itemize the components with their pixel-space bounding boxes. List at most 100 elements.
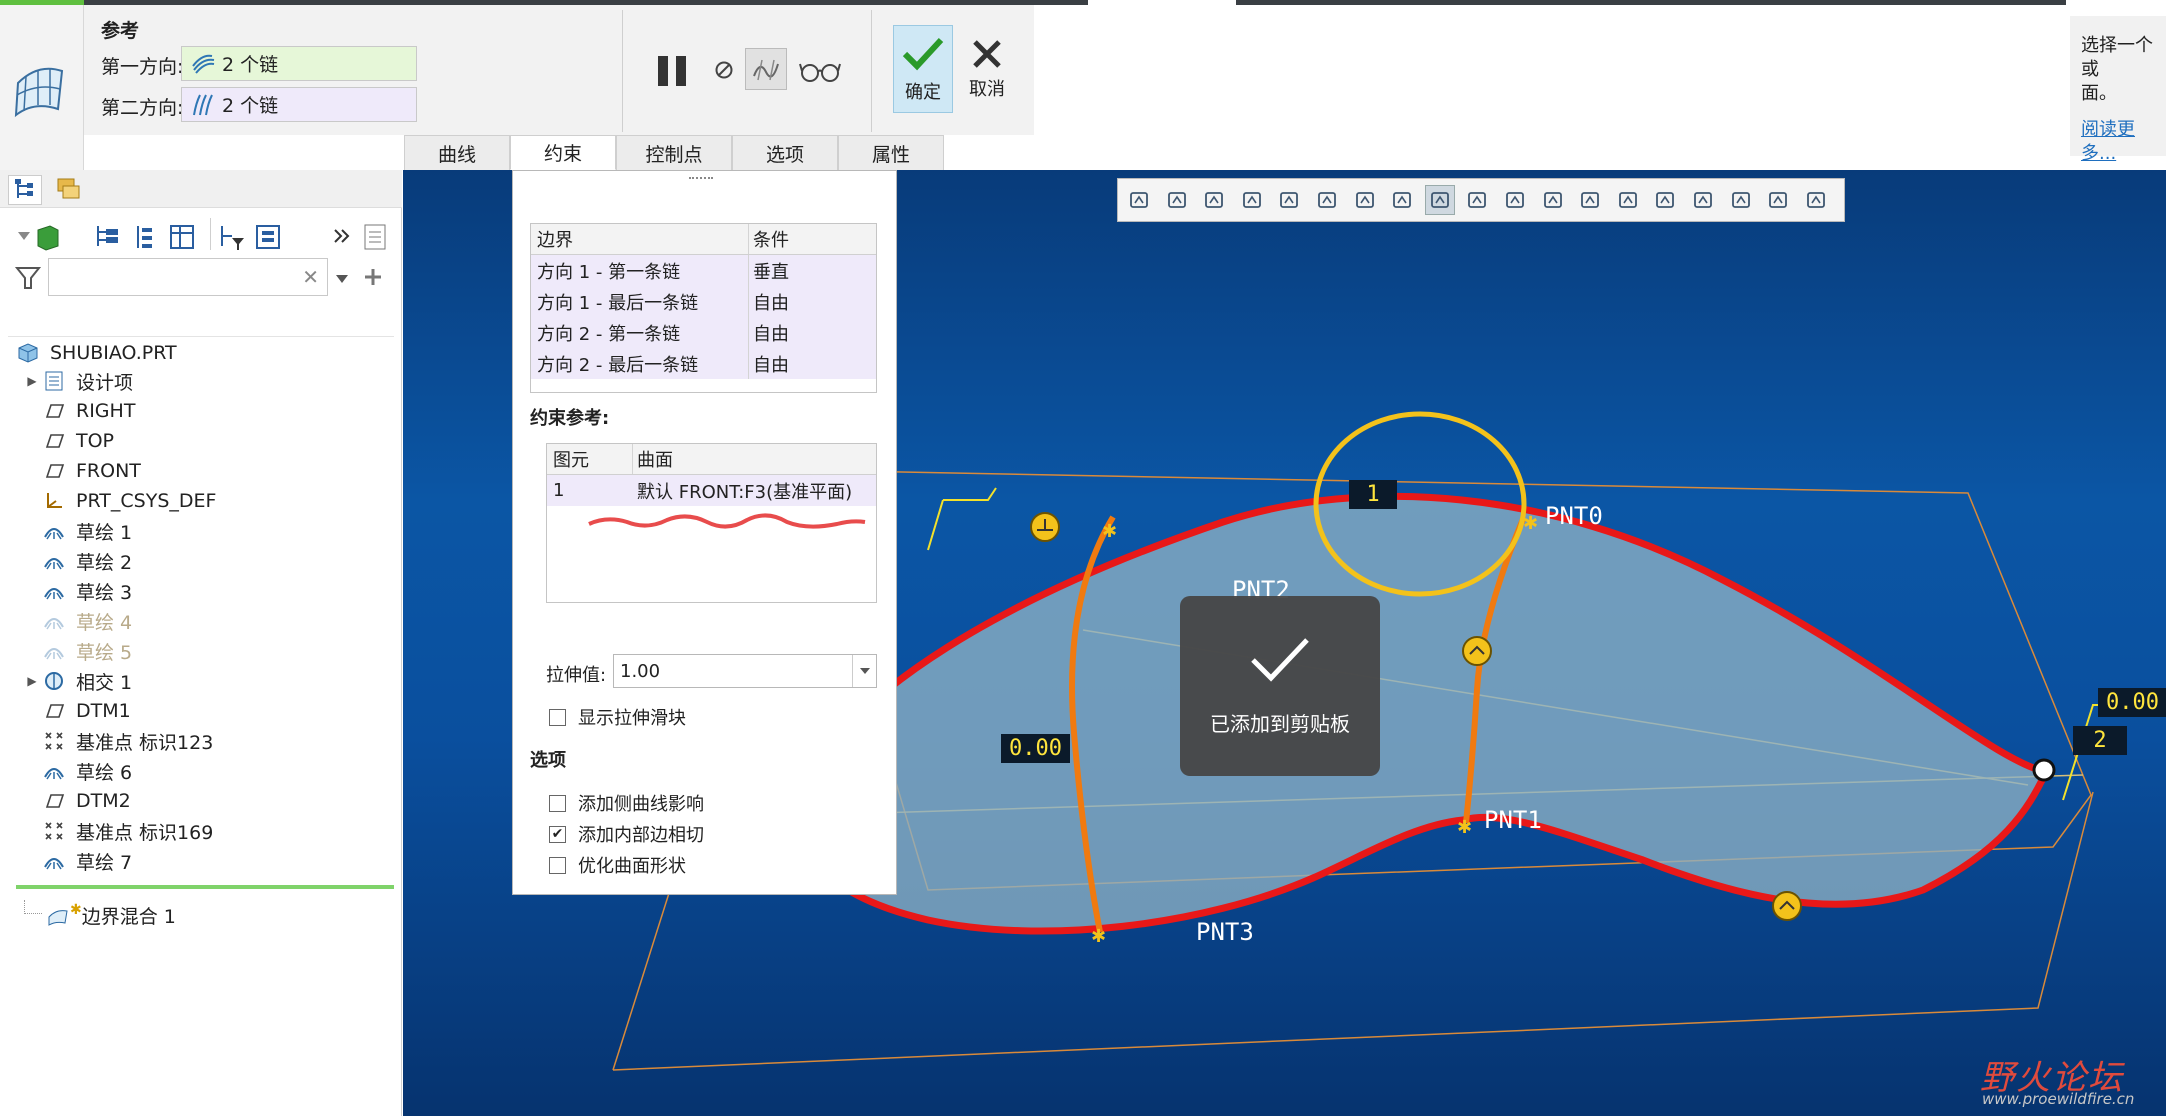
cancel-button[interactable]: 取消 <box>957 25 1017 113</box>
tree-item[interactable]: 基准点 标识123 <box>0 726 400 756</box>
shading-icon[interactable] <box>1350 185 1380 215</box>
table-row[interactable]: 方向 2 - 第一条链 自由 <box>531 317 876 348</box>
constraint-tag-2[interactable]: 2 <box>2073 726 2127 755</box>
panel-drag-handle[interactable] <box>689 177 713 180</box>
more-chevron-icon[interactable] <box>332 226 352 246</box>
annotation-display-icon[interactable] <box>1650 185 1680 215</box>
tree-filter-icon[interactable] <box>218 222 248 252</box>
tree-search-input[interactable]: ✕ <box>48 258 328 296</box>
tree-columns-icon[interactable] <box>168 222 198 252</box>
table-row[interactable]: 方向 1 - 第一条链 垂直 <box>531 255 876 286</box>
second-direction-collector[interactable]: 2 个链 <box>181 87 417 122</box>
right-stretch-dimension[interactable]: 0.00 <box>2098 688 2166 717</box>
first-direction-value: 2 个链 <box>222 54 279 76</box>
tree-item[interactable]: 草绘 1 <box>0 516 400 546</box>
datum-points-icon[interactable] <box>1613 185 1643 215</box>
insert-indicator[interactable] <box>16 885 394 889</box>
dropdown-arrow-icon[interactable] <box>852 655 876 687</box>
details-icon[interactable] <box>362 222 388 252</box>
expand-arrow-icon[interactable]: ▶ <box>22 374 42 388</box>
free-condition-marker <box>1772 891 1802 921</box>
stretch-value-combo[interactable]: 1.00 <box>613 654 877 688</box>
condition-cell[interactable]: 自由 <box>749 286 853 317</box>
tab-control-points[interactable]: 控制点 <box>616 135 732 170</box>
refit-icon[interactable] <box>1312 185 1342 215</box>
tree-item[interactable]: 草绘 2 <box>0 546 400 576</box>
tree-item-label: FRONT <box>76 460 141 482</box>
show-slider-checkbox[interactable] <box>549 708 566 726</box>
csys-display-icon[interactable] <box>1688 185 1718 215</box>
zoom-window-icon[interactable] <box>1199 185 1229 215</box>
show-dropdown-icon[interactable] <box>16 222 62 252</box>
zoom-out-icon[interactable] <box>1274 185 1304 215</box>
tree-item[interactable]: 草绘 7 <box>0 846 400 876</box>
table-row[interactable]: 方向 1 - 最后一条链 自由 <box>531 286 876 317</box>
constraint-tag-1[interactable]: 1 <box>1349 480 1397 509</box>
add-filter-icon[interactable] <box>362 266 384 288</box>
tab-curves[interactable]: 曲线 <box>404 135 510 170</box>
condition-cell[interactable]: 自由 <box>749 348 853 379</box>
constraints-panel: 边界 条件 方向 1 - 第一条链 垂直 方向 1 - 最后一条链 自由 方向 2 - … <box>512 170 897 895</box>
tree-item[interactable]: 草绘 6 <box>0 756 400 786</box>
warning-icon[interactable] <box>1726 185 1756 215</box>
tree-root[interactable]: SHUBIAO.PRT <box>0 338 400 368</box>
expand-tree-icon[interactable] <box>92 222 122 252</box>
collapse-tree-icon[interactable] <box>132 222 158 252</box>
tree-item[interactable]: 基准点 标识169 <box>0 816 400 846</box>
tree-settings-icon[interactable] <box>254 222 284 252</box>
option-row[interactable]: ✔ 添加内部边相切 <box>549 821 704 847</box>
tree-item[interactable]: 草绘 3 <box>0 576 400 606</box>
tree-item-label: 相交 1 <box>76 671 133 694</box>
table-header: 图元 曲面 <box>547 444 876 475</box>
datum-display-icon[interactable] <box>1462 185 1492 215</box>
preview-geometry-button[interactable] <box>745 48 787 90</box>
pause-button[interactable] <box>652 50 694 92</box>
tree-item[interactable]: TOP <box>0 426 400 456</box>
saved-views-icon[interactable] <box>1387 185 1417 215</box>
tab-properties[interactable]: 属性 <box>838 135 944 170</box>
read-more-link[interactable]: 阅读更多... <box>2081 118 2166 166</box>
first-direction-collector[interactable]: 2 个链 <box>181 46 417 81</box>
table-row[interactable]: 方向 2 - 最后一条链 自由 <box>531 348 876 379</box>
clear-search-icon[interactable]: ✕ <box>302 265 319 289</box>
pause-icon[interactable] <box>1763 185 1793 215</box>
sketch-view-icon[interactable] <box>1575 185 1605 215</box>
view-visibility-icon[interactable] <box>1124 185 1154 215</box>
option-row[interactable]: 优化曲面形状 <box>549 852 686 878</box>
tree-item[interactable]: 草绘 4 <box>0 606 400 636</box>
tab-options[interactable]: 选项 <box>732 135 838 170</box>
optimize-surface-checkbox[interactable] <box>549 856 566 874</box>
zoom-in-icon[interactable] <box>1237 185 1267 215</box>
layer-tree-tab[interactable] <box>52 175 86 205</box>
condition-cell[interactable]: 垂直 <box>749 255 853 286</box>
ok-button[interactable]: 确定 <box>893 25 953 113</box>
annotation-scribble <box>588 513 866 529</box>
tree-item[interactable]: ▶ 设计项 <box>0 366 400 396</box>
spin-center-icon[interactable] <box>1424 185 1455 215</box>
active-feature-row[interactable]: ✱ 边界混合 1 <box>0 900 400 930</box>
tree-item[interactable]: ▶ 相交 1 <box>0 666 400 696</box>
side-curve-influence-checkbox[interactable] <box>549 794 566 812</box>
tree-item[interactable]: FRONT <box>0 456 400 486</box>
tree-item[interactable]: 草绘 5 <box>0 636 400 666</box>
model-tree-tab[interactable] <box>8 175 42 205</box>
expand-arrow-icon[interactable]: ▶ <box>22 674 42 688</box>
tree-item[interactable]: DTM2 <box>0 786 400 816</box>
show-stretch-slider-option[interactable]: 显示拉伸滑块 <box>549 704 686 730</box>
tree-item[interactable]: RIGHT <box>0 396 400 426</box>
no-preview-button[interactable] <box>710 56 738 84</box>
tree-item[interactable]: DTM1 <box>0 696 400 726</box>
section-icon[interactable] <box>1538 185 1568 215</box>
search-options-dropdown-icon[interactable] <box>334 272 350 286</box>
option-row[interactable]: 添加侧曲线影响 <box>549 790 704 816</box>
verify-mode-button[interactable] <box>797 52 843 90</box>
internal-edge-tangency-checkbox[interactable]: ✔ <box>549 825 566 843</box>
appearance-icon[interactable] <box>1801 185 1831 215</box>
tab-constraints[interactable]: 约束 <box>510 135 616 170</box>
condition-cell[interactable]: 自由 <box>749 317 853 348</box>
table-row[interactable]: 1 默认 FRONT:F3(基准平面) <box>547 475 876 506</box>
hide-icon[interactable] <box>1162 185 1192 215</box>
tree-item[interactable]: PRT_CSYS_DEF <box>0 486 400 516</box>
screenshot-icon[interactable] <box>1500 185 1530 215</box>
left-stretch-dimension[interactable]: 0.00 <box>1001 734 1070 763</box>
